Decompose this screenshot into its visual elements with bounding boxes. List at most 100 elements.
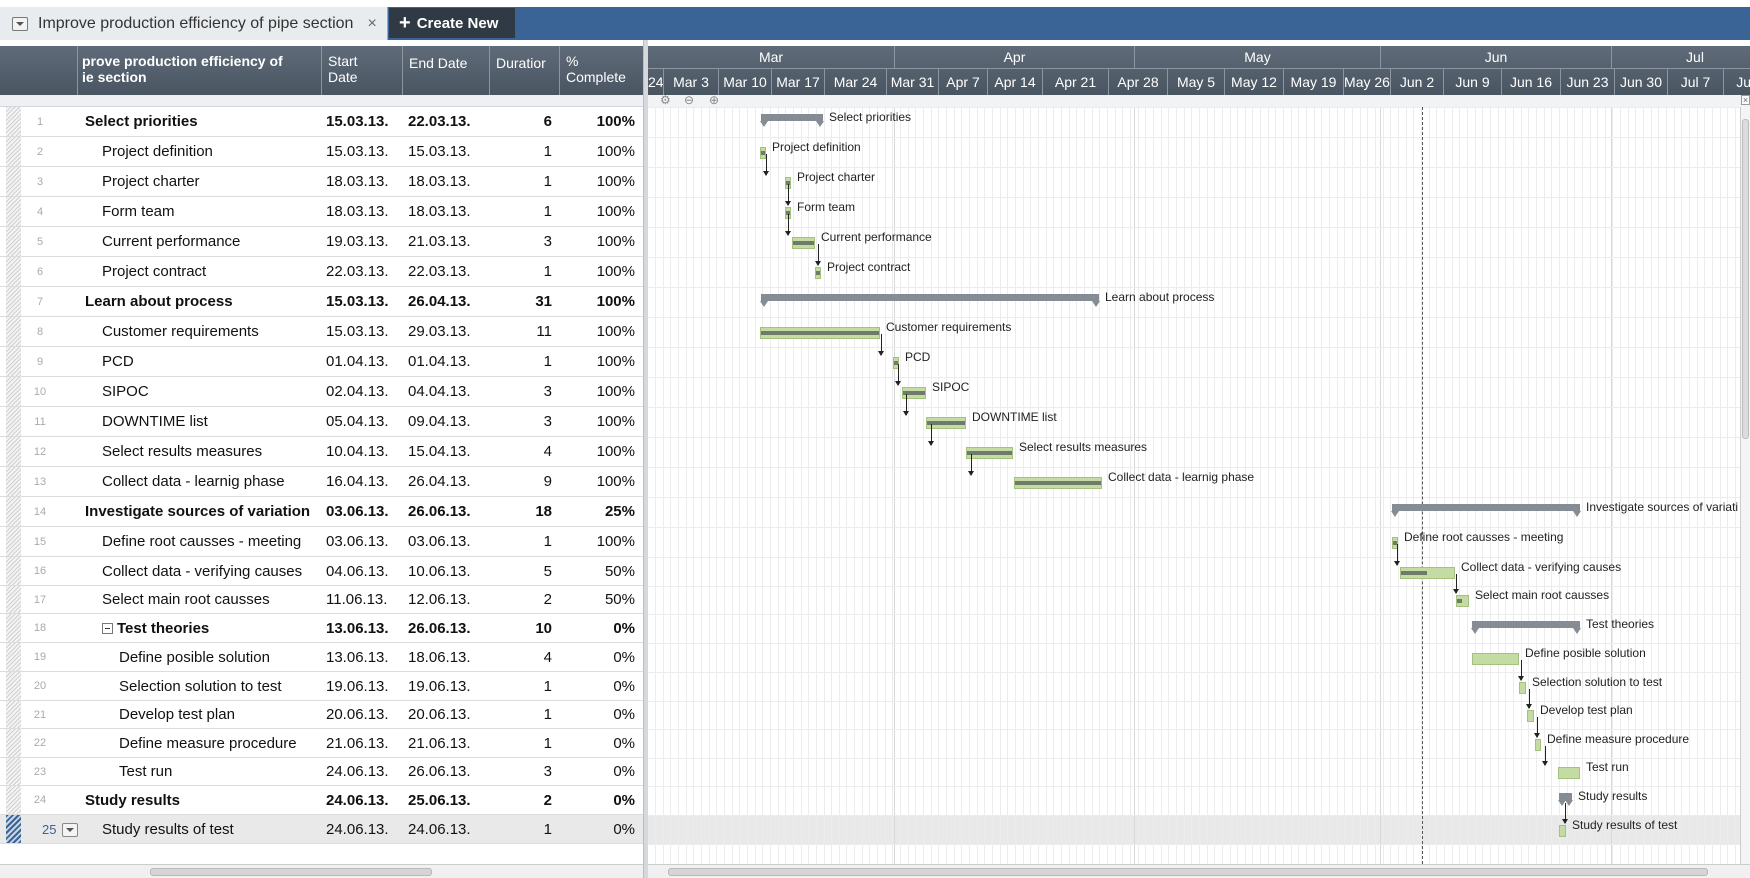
table-row[interactable]: 11 DOWNTIME list 05.04.13. 09.04.13. 3 100% — [0, 407, 643, 437]
row-drag-handle[interactable] — [6, 287, 21, 316]
row-drag-handle[interactable] — [6, 377, 21, 406]
table-row[interactable]: 7 Learn about process 15.03.13. 26.04.13. 31… — [0, 287, 643, 317]
table-row[interactable]: 22 Define measure procedure 21.06.13. 21.06… — [0, 729, 643, 758]
start-date-cell[interactable]: 13.06.13. — [321, 643, 402, 671]
task-bar[interactable] — [1558, 767, 1580, 779]
duration-cell[interactable]: 2 — [489, 786, 552, 814]
row-drag-handle[interactable] — [6, 137, 21, 166]
summary-bar[interactable] — [1558, 793, 1573, 806]
close-icon[interactable]: × — [367, 15, 376, 33]
start-date-cell[interactable]: 04.06.13. — [321, 557, 402, 585]
complete-cell[interactable]: 0% — [559, 729, 635, 757]
complete-cell[interactable]: 0% — [559, 614, 635, 642]
row-drag-handle[interactable] — [6, 729, 21, 757]
complete-cell[interactable]: 0% — [559, 758, 635, 785]
end-date-cell[interactable]: 20.06.13. — [402, 701, 489, 728]
table-row[interactable]: 12 Select results measures 10.04.13. 15.04.… — [0, 437, 643, 467]
task-bar[interactable] — [1559, 825, 1566, 837]
start-date-cell[interactable]: 21.06.13. — [321, 729, 402, 757]
start-date-cell[interactable]: 13.06.13. — [321, 614, 402, 642]
task-bar[interactable] — [815, 267, 821, 279]
task-bar[interactable] — [1456, 595, 1469, 607]
complete-cell[interactable]: 0% — [559, 643, 635, 671]
start-date-cell[interactable]: 03.06.13. — [321, 527, 402, 556]
task-name-cell[interactable]: Test run — [77, 758, 321, 785]
task-bar[interactable] — [1527, 710, 1534, 722]
task-name-cell[interactable]: Study results — [77, 786, 321, 814]
duration-cell[interactable]: 1 — [489, 672, 552, 700]
complete-cell[interactable]: 50% — [559, 557, 635, 585]
row-drag-handle[interactable] — [6, 497, 21, 526]
end-date-cell[interactable]: 26.06.13. — [402, 614, 489, 642]
complete-cell[interactable]: 100% — [559, 137, 635, 166]
end-date-cell[interactable]: 18.06.13. — [402, 643, 489, 671]
table-row[interactable]: 8 Customer requirements 15.03.13. 29.03.13.… — [0, 317, 643, 347]
row-drag-handle[interactable] — [6, 672, 21, 700]
start-date-cell[interactable]: 10.04.13. — [321, 437, 402, 466]
header-start-date[interactable]: Start Date — [321, 46, 402, 95]
start-date-cell[interactable]: 20.06.13. — [321, 701, 402, 728]
table-row[interactable]: 15 Define root causses - meeting 03.06.13.… — [0, 527, 643, 557]
summary-bar[interactable] — [1471, 621, 1581, 634]
complete-cell[interactable]: 100% — [559, 197, 635, 226]
task-name-cell[interactable]: Test theories — [77, 614, 321, 642]
task-name-cell[interactable]: Develop test plan — [77, 701, 321, 728]
row-drag-handle[interactable] — [6, 643, 21, 671]
task-name-cell[interactable]: Select main root causses — [77, 586, 321, 613]
task-name-cell[interactable]: DOWNTIME list — [77, 407, 321, 436]
task-name-cell[interactable]: Form team — [77, 197, 321, 226]
summary-bar[interactable] — [760, 114, 824, 127]
table-row[interactable]: 9 PCD 01.04.13. 01.04.13. 1 100% — [0, 347, 643, 377]
start-date-cell[interactable]: 15.03.13. — [321, 317, 402, 346]
start-date-cell[interactable]: 24.06.13. — [321, 758, 402, 785]
duration-cell[interactable]: 3 — [489, 407, 552, 436]
row-drag-handle[interactable] — [6, 758, 21, 785]
table-row[interactable]: 14 Investigate sources of variation 03.06.… — [0, 497, 643, 527]
start-date-cell[interactable]: 18.03.13. — [321, 197, 402, 226]
task-bar[interactable] — [1519, 682, 1526, 694]
start-date-cell[interactable]: 19.03.13. — [321, 227, 402, 256]
row-drag-handle[interactable] — [6, 347, 21, 376]
duration-cell[interactable]: 6 — [489, 107, 552, 136]
create-new-button[interactable]: + Create New — [389, 8, 515, 38]
table-row[interactable]: 1 Select priorities 15.03.13. 22.03.13. 6 100… — [0, 107, 643, 137]
start-date-cell[interactable]: 05.04.13. — [321, 407, 402, 436]
row-drag-handle[interactable] — [6, 815, 21, 843]
complete-cell[interactable]: 100% — [559, 527, 635, 556]
end-date-cell[interactable]: 10.06.13. — [402, 557, 489, 585]
table-row[interactable]: 23 Test run 24.06.13. 26.06.13. 3 0% — [0, 758, 643, 786]
grid-scroll-thumb[interactable] — [150, 868, 432, 876]
task-bar[interactable] — [760, 327, 880, 339]
start-date-cell[interactable]: 18.03.13. — [321, 167, 402, 196]
duration-cell[interactable]: 10 — [489, 614, 552, 642]
end-date-cell[interactable]: 15.04.13. — [402, 437, 489, 466]
end-date-cell[interactable]: 19.06.13. — [402, 672, 489, 700]
complete-cell[interactable]: 25% — [559, 497, 635, 526]
complete-cell[interactable]: 100% — [559, 317, 635, 346]
row-drag-handle[interactable] — [6, 167, 21, 196]
duration-cell[interactable]: 2 — [489, 586, 552, 613]
duration-cell[interactable]: 3 — [489, 758, 552, 785]
zoom-out-icon[interactable]: ⊖ — [684, 93, 694, 107]
task-bar[interactable] — [1400, 567, 1455, 579]
tab-project[interactable]: Improve production efficiency of pipe se… — [0, 7, 388, 40]
complete-cell[interactable]: 100% — [559, 257, 635, 286]
complete-cell[interactable]: 50% — [559, 586, 635, 613]
grid-horizontal-scrollbar[interactable] — [0, 864, 643, 878]
start-date-cell[interactable]: 22.03.13. — [321, 257, 402, 286]
start-date-cell[interactable]: 03.06.13. — [321, 497, 402, 526]
start-date-cell[interactable]: 24.06.13. — [321, 815, 402, 843]
row-drag-handle[interactable] — [6, 107, 21, 136]
task-bar[interactable] — [792, 237, 815, 249]
row-drag-handle[interactable] — [6, 467, 21, 496]
table-row[interactable]: 25 Study results of test 24.06.13. 24.06.13… — [0, 815, 643, 844]
task-name-cell[interactable]: Learn about process — [77, 287, 321, 316]
summary-bar[interactable] — [760, 294, 1100, 307]
duration-cell[interactable]: 1 — [489, 701, 552, 728]
complete-cell[interactable]: 100% — [559, 467, 635, 496]
task-name-cell[interactable]: PCD — [77, 347, 321, 376]
zoom-in-icon[interactable]: ⊕ — [709, 93, 719, 107]
row-drag-handle[interactable] — [6, 701, 21, 728]
complete-cell[interactable]: 100% — [559, 107, 635, 136]
duration-cell[interactable]: 1 — [489, 137, 552, 166]
